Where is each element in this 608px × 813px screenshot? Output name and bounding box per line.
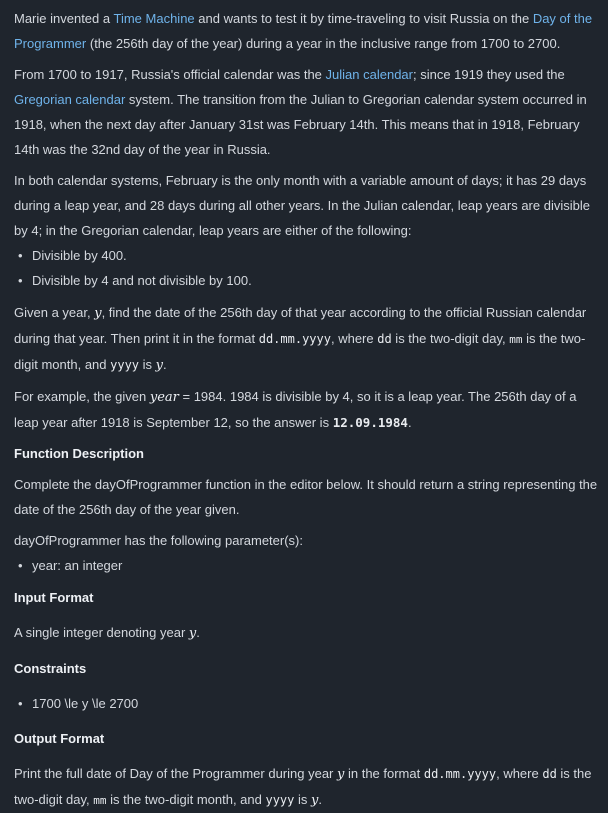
var-y: y bbox=[94, 306, 102, 321]
example-answer: 12.09.1984 bbox=[332, 415, 408, 430]
bullet-icon: • bbox=[18, 696, 23, 711]
bullet-icon: • bbox=[18, 558, 23, 573]
leap-year-rules: • Divisible by 400. • Divisible by 4 and n… bbox=[14, 243, 598, 293]
gregorian-calendar-link[interactable]: Gregorian calendar bbox=[14, 92, 125, 107]
function-description-text: Complete the dayOfProgrammer function in… bbox=[14, 477, 598, 517]
yyyy-code: yyyy bbox=[265, 793, 295, 807]
intro-paragraph: Marie invented a Time Machine and wants … bbox=[14, 6, 598, 56]
intro-text-2: and wants to test it by time-traveling t… bbox=[194, 11, 533, 26]
task-text-1: Given a year, bbox=[14, 305, 95, 320]
dd-code: dd bbox=[542, 767, 557, 781]
output-text-3: , where bbox=[496, 766, 543, 781]
yyyy-code: yyyy bbox=[110, 358, 140, 372]
params-intro: dayOfProgrammer has the following parame… bbox=[14, 533, 304, 548]
example-paragraph: For example, the given year = 1984. 1984… bbox=[14, 384, 598, 435]
output-text-5: is the two-digit month, and bbox=[106, 792, 266, 807]
example-text-1: For example, the given bbox=[14, 389, 150, 404]
task-text-6: is bbox=[139, 357, 156, 372]
mm-code: mm bbox=[509, 333, 523, 346]
output-text-7: . bbox=[318, 792, 322, 807]
task-text-7: . bbox=[163, 357, 167, 372]
list-item: • Divisible by 400. bbox=[14, 243, 598, 268]
params-list: • year: an integer bbox=[14, 553, 598, 578]
problem-statement: Marie invented a Time Machine and wants … bbox=[0, 0, 608, 813]
output-format-text: Print the full date of Day of the Progra… bbox=[14, 761, 598, 813]
param-year: year: an integer bbox=[32, 558, 123, 573]
example-text-3: . bbox=[407, 415, 412, 430]
mm-code: mm bbox=[93, 794, 107, 807]
history-paragraph: From 1700 to 1917, Russia's official cal… bbox=[14, 62, 598, 162]
constraint-item: 1700 \le y \le 2700 bbox=[32, 696, 139, 711]
history-text-1: From 1700 to 1917, Russia's official cal… bbox=[14, 67, 326, 82]
format-code: dd.mm.yyyy bbox=[423, 767, 497, 781]
history-text-2: ; since 1919 they used the bbox=[412, 67, 565, 82]
bullet-icon: • bbox=[18, 273, 23, 288]
leap-year-paragraph: In both calendar systems, February is th… bbox=[14, 173, 590, 238]
time-machine-link[interactable]: Time Machine bbox=[114, 11, 195, 26]
list-item: • Divisible by 4 and not divisible by 100… bbox=[14, 268, 598, 293]
leap-rule-2: Divisible by 4 and not divisible by 100. bbox=[32, 273, 252, 288]
julian-calendar-link[interactable]: Julian calendar bbox=[326, 67, 413, 82]
list-item: • 1700 \le y \le 2700 bbox=[14, 691, 598, 716]
input-format-heading: Input Format bbox=[14, 590, 94, 605]
task-text-4: is the two-digit day, bbox=[391, 331, 510, 346]
constraints-heading: Constraints bbox=[14, 661, 87, 676]
list-item: • year: an integer bbox=[14, 553, 598, 578]
constraints-list: • 1700 \le y \le 2700 bbox=[14, 691, 598, 716]
task-text-3: , where bbox=[330, 331, 378, 346]
input-format-text-1: A single integer denoting year bbox=[14, 625, 189, 640]
dd-code: dd bbox=[377, 332, 392, 346]
output-text-1: Print the full date of Day of the Progra… bbox=[14, 766, 337, 781]
input-format-text-2: . bbox=[196, 625, 200, 640]
task-paragraph: Given a year, y, find the date of the 25… bbox=[14, 300, 598, 378]
intro-text-1: Marie invented a bbox=[14, 11, 114, 26]
output-text-2: in the format bbox=[344, 766, 424, 781]
leap-rule-1: Divisible by 400. bbox=[32, 248, 127, 263]
input-format-text: A single integer denoting year y. bbox=[14, 620, 598, 646]
bullet-icon: • bbox=[18, 248, 23, 263]
intro-text-3: (the 256th day of the year) during a yea… bbox=[86, 36, 561, 51]
var-year: year bbox=[149, 390, 179, 405]
output-format-heading: Output Format bbox=[14, 731, 105, 746]
format-code: dd.mm.yyyy bbox=[258, 332, 331, 346]
output-text-6: is bbox=[294, 792, 312, 807]
var-y: y bbox=[155, 358, 164, 373]
function-description-heading: Function Description bbox=[14, 446, 144, 461]
